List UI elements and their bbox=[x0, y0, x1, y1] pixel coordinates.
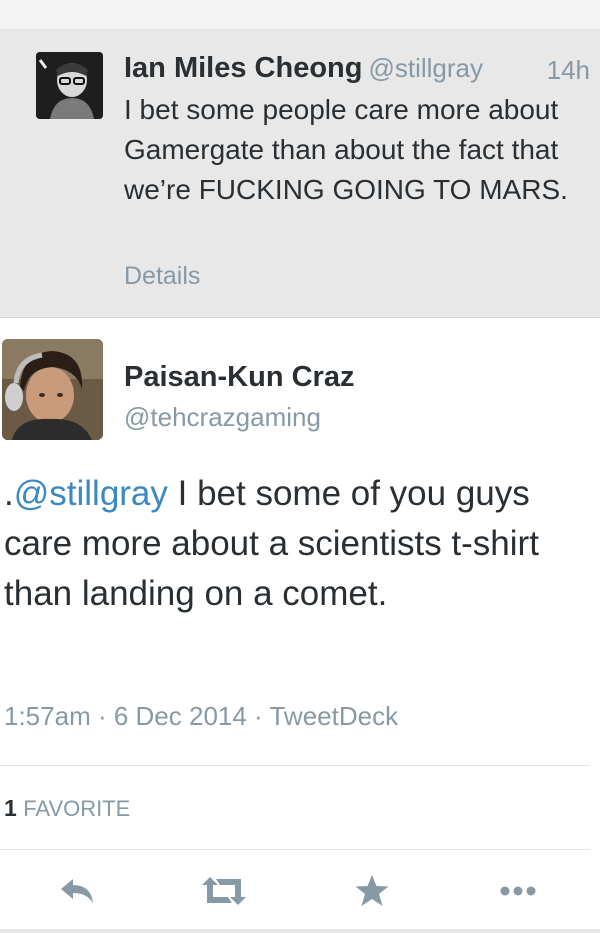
parent-tweet-header: Ian Miles Cheong @stillgray 14h bbox=[124, 52, 594, 88]
favorite-button[interactable] bbox=[350, 869, 394, 913]
parent-tweet-text: I bet some people care more about Gamerg… bbox=[124, 94, 568, 205]
divider bbox=[0, 849, 590, 850]
main-author-handle[interactable]: @tehcrazgaming bbox=[124, 402, 321, 433]
meta-separator: · bbox=[246, 701, 270, 731]
text-prefix: . bbox=[4, 474, 14, 513]
tweet-source[interactable]: TweetDeck bbox=[269, 701, 398, 731]
parent-timestamp[interactable]: 14h bbox=[547, 55, 590, 86]
tweet-meta: 1:57am · 6 Dec 2014 · TweetDeck bbox=[4, 701, 398, 732]
divider bbox=[0, 765, 590, 766]
main-tweet: Paisan-Kun Craz @tehcrazgaming .@stillgr… bbox=[0, 319, 600, 933]
more-button[interactable] bbox=[496, 869, 540, 913]
parent-author-handle[interactable]: @stillgray bbox=[368, 53, 483, 83]
more-icon bbox=[500, 886, 536, 896]
user-photo-icon bbox=[36, 52, 103, 119]
previous-tweet-strip bbox=[0, 0, 600, 30]
tweet-time[interactable]: 1:57am bbox=[4, 701, 91, 731]
retweet-button[interactable] bbox=[202, 869, 246, 913]
tweet-actions bbox=[0, 859, 600, 919]
star-icon bbox=[355, 875, 389, 906]
main-avatar[interactable] bbox=[2, 339, 103, 440]
retweet-icon bbox=[202, 877, 246, 905]
reply-icon bbox=[61, 879, 93, 903]
parent-author-name[interactable]: Ian Miles Cheong bbox=[124, 52, 362, 84]
favorites-stat[interactable]: 1 FAVORITE bbox=[4, 795, 130, 822]
reply-button[interactable] bbox=[55, 869, 99, 913]
meta-separator: · bbox=[90, 701, 114, 731]
favorites-count: 1 bbox=[4, 795, 17, 821]
main-tweet-text: .@stillgray I bet some of you guys care … bbox=[4, 469, 594, 619]
favorites-label: FAVORITE bbox=[23, 796, 131, 821]
main-author-name[interactable]: Paisan-Kun Craz bbox=[124, 361, 354, 394]
bottom-border bbox=[0, 929, 600, 933]
tweet-date[interactable]: 6 Dec 2014 bbox=[114, 701, 247, 731]
user-photo-icon bbox=[2, 339, 103, 440]
details-link[interactable]: Details bbox=[124, 262, 200, 291]
mention-link[interactable]: @stillgray bbox=[14, 474, 168, 513]
parent-tweet[interactable]: Ian Miles Cheong @stillgray 14h I bet som… bbox=[0, 30, 600, 318]
parent-avatar[interactable] bbox=[36, 52, 103, 119]
